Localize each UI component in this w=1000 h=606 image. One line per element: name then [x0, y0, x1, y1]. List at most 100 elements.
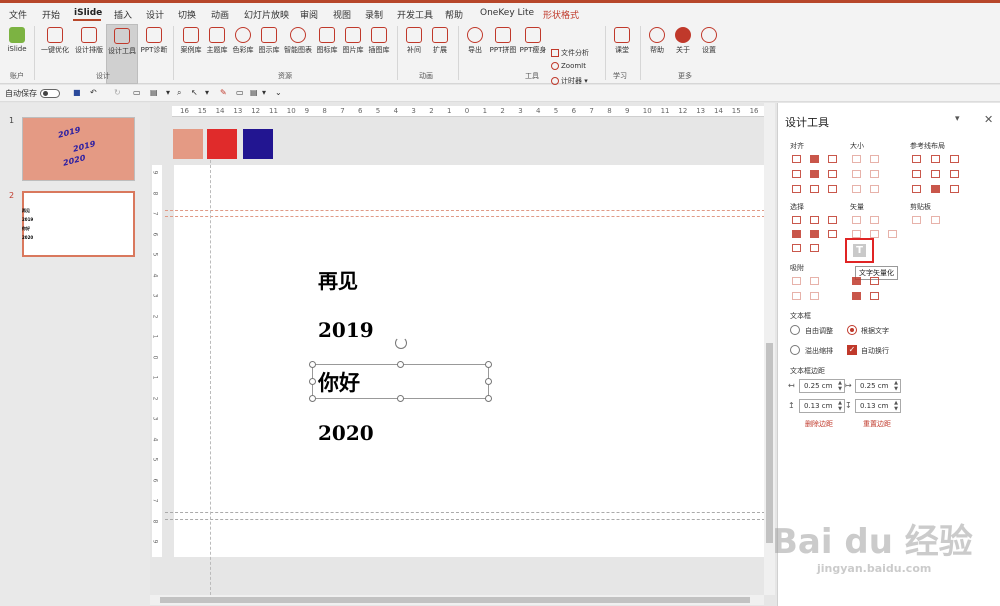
zoomit-button[interactable]: ZoomIt	[551, 62, 586, 70]
tab-slideshow[interactable]: 幻灯片放映	[244, 8, 289, 21]
resize-handle[interactable]	[485, 395, 492, 402]
select-all-icon[interactable]	[810, 244, 819, 252]
guide-middle-icon[interactable]	[931, 170, 940, 178]
export-button[interactable]: 导出	[462, 24, 488, 68]
tab-view[interactable]: 视图	[333, 8, 351, 21]
ppt-slim-button[interactable]: PPT瘦身	[518, 24, 548, 68]
vectorize-text-button[interactable]: T	[845, 238, 874, 263]
color-swatch[interactable]	[207, 129, 237, 159]
classroom-button[interactable]: 课堂	[609, 24, 635, 68]
guide-left-icon[interactable]	[912, 155, 921, 163]
smart-chart-button[interactable]: 智能图表	[282, 24, 314, 68]
snap-edge-icon[interactable]	[870, 277, 879, 285]
align-icon[interactable]: ▤	[250, 88, 258, 97]
onekey-optimize-button[interactable]: 一键优化	[38, 24, 72, 68]
snap-top-icon[interactable]	[792, 292, 801, 300]
slide-text-goodbye[interactable]: 再见	[318, 265, 358, 294]
save-icon[interactable]: ■	[73, 88, 81, 97]
snap-right-icon[interactable]	[810, 277, 819, 285]
undo-icon[interactable]: ↶	[90, 88, 97, 97]
panel-options-icon[interactable]: ▾	[955, 114, 960, 124]
tab-insert[interactable]: 插入	[114, 8, 132, 21]
resize-handle[interactable]	[485, 361, 492, 368]
resize-handle[interactable]	[309, 395, 316, 402]
align-top-icon[interactable]	[792, 170, 801, 178]
align-center-icon[interactable]	[810, 155, 819, 163]
slide-thumbnail-2[interactable]	[22, 191, 135, 257]
guide-top-icon[interactable]	[912, 170, 921, 178]
align-left-icon[interactable]	[792, 155, 801, 163]
guide-cross-icon[interactable]	[950, 185, 959, 193]
horizontal-scrollbar[interactable]	[150, 595, 764, 605]
cursor-icon[interactable]	[828, 230, 837, 238]
tab-islide[interactable]: iSlide	[74, 8, 102, 18]
reset-margins-link[interactable]: 重置边距	[863, 419, 891, 429]
vector-fragment-icon[interactable]	[888, 230, 897, 238]
icon-library-button[interactable]: 图标库	[314, 24, 340, 68]
theme-library-button[interactable]: 主题库	[204, 24, 230, 68]
select-invert-icon[interactable]	[792, 244, 801, 252]
color-swatch[interactable]	[243, 129, 273, 159]
resize-handle[interactable]	[397, 361, 404, 368]
ppt-diagnose-button[interactable]: PPT诊断	[139, 24, 169, 68]
auto-wrap-checkbox[interactable]: ✓	[847, 345, 857, 355]
margin-left-stepper[interactable]: 0.25 cm ▲ ▼	[799, 379, 845, 393]
snap-triangle-icon[interactable]	[852, 292, 861, 300]
size-match-icon[interactable]	[870, 170, 879, 178]
color-library-button[interactable]: 色彩库	[230, 24, 256, 68]
vector-union-icon[interactable]	[852, 216, 861, 224]
select-similar-icon[interactable]	[810, 216, 819, 224]
align-middle-icon[interactable]	[810, 170, 819, 178]
slide-text-2020[interactable]: 2020	[318, 421, 374, 445]
tab-design[interactable]: 设计	[146, 8, 164, 21]
ppt-puzzle-button[interactable]: PPT拼图	[488, 24, 518, 68]
autosave-toggle[interactable]	[40, 89, 60, 98]
select-layer-icon[interactable]	[810, 230, 819, 238]
snap-left-icon[interactable]	[792, 277, 801, 285]
image-library-button[interactable]: 图片库	[340, 24, 366, 68]
design-layout-button[interactable]: 设计排版	[72, 24, 106, 68]
resize-handle[interactable]	[397, 395, 404, 402]
margin-top-stepper[interactable]: 0.13 cm ▲ ▼	[799, 399, 845, 413]
slide-thumbnail-1[interactable]: 2019 2019 2020	[22, 117, 135, 181]
guide-bottom-icon[interactable]	[950, 170, 959, 178]
align-right-icon[interactable]	[828, 155, 837, 163]
design-tools-button[interactable]: 设计工具	[106, 24, 138, 84]
close-icon[interactable]: ✕	[984, 113, 993, 126]
snap-bottom-icon[interactable]	[810, 292, 819, 300]
vector-combine-icon[interactable]	[870, 230, 879, 238]
tab-record[interactable]: 录制	[365, 8, 383, 21]
color-swatch[interactable]	[173, 129, 203, 159]
tab-onekey[interactable]: OneKey Lite	[480, 8, 534, 18]
guide-split-icon[interactable]	[931, 185, 940, 193]
margin-bottom-stepper[interactable]: 0.13 cm ▲ ▼	[855, 399, 901, 413]
select-tool-icon[interactable]	[828, 216, 837, 224]
about-button[interactable]: 关于	[670, 24, 696, 68]
margin-right-stepper[interactable]: 0.25 cm ▲ ▼	[855, 379, 901, 393]
resize-handle[interactable]	[309, 361, 316, 368]
selection-box[interactable]	[312, 364, 489, 399]
snap-hourglass-icon[interactable]	[870, 292, 879, 300]
distribute-horizontal-icon[interactable]	[792, 185, 801, 193]
scroll-thumb[interactable]	[160, 597, 750, 603]
overflow-shrink-radio[interactable]	[790, 345, 800, 355]
tab-transitions[interactable]: 切换	[178, 8, 196, 21]
slide-text-2019[interactable]: 2019	[318, 318, 374, 342]
redo-icon[interactable]: ↻	[114, 88, 121, 97]
same-size-icon[interactable]	[852, 170, 861, 178]
rotate-handle-icon[interactable]	[395, 337, 407, 349]
resize-handle[interactable]	[309, 378, 316, 385]
tab-shape-format[interactable]: 形状格式	[543, 8, 579, 21]
select-same-icon[interactable]	[792, 216, 801, 224]
vector-subtract-icon[interactable]	[870, 216, 879, 224]
same-height-icon[interactable]	[870, 155, 879, 163]
copy-icon[interactable]	[912, 216, 921, 224]
distribute-icon[interactable]: ▾	[262, 88, 266, 97]
paste-icon[interactable]	[931, 216, 940, 224]
cursor-icon[interactable]: ↖	[191, 88, 198, 97]
new-slide-icon[interactable]: ▤	[150, 88, 158, 97]
delete-margins-link[interactable]: 删除边距	[805, 419, 833, 429]
free-adjust-radio[interactable]	[790, 325, 800, 335]
diagram-library-button[interactable]: 图示库	[256, 24, 282, 68]
tab-file[interactable]: 文件	[9, 8, 27, 21]
